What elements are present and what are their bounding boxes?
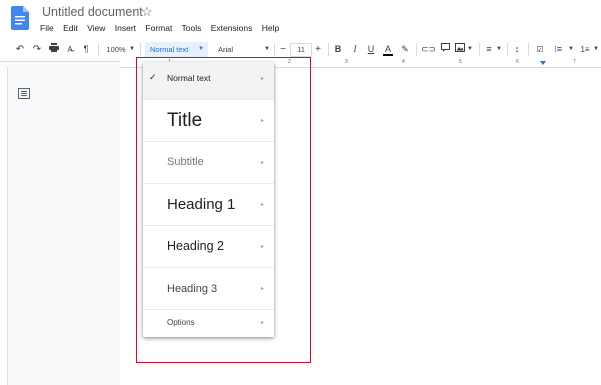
menu-extensions[interactable]: Extensions [211,23,253,33]
align-icon[interactable]: ≡ [484,43,494,56]
menu-view[interactable]: View [87,23,105,33]
toolbar-divider [274,43,275,56]
menu-edit[interactable]: Edit [63,23,78,33]
bold-button[interactable]: B [333,43,343,56]
chevron-down-icon: ▼ [198,46,204,52]
print-icon[interactable] [48,43,60,56]
menu-insert[interactable]: Insert [115,23,136,33]
text-color-button[interactable]: A [383,43,393,56]
comment-icon[interactable] [440,43,450,56]
italic-button[interactable]: I [350,43,360,56]
paragraph-style-select[interactable]: Normal text ▼ [145,42,208,57]
image-dropdown-icon[interactable]: ▼ [466,43,474,56]
menu-file[interactable]: File [40,23,54,33]
paragraph-style-value: Normal text [150,45,189,54]
star-icon[interactable]: ☆ [141,4,153,20]
line-spacing-icon[interactable]: ↕ [512,43,522,56]
menu-tools[interactable]: Tools [182,23,202,33]
increase-font-size-button[interactable]: + [313,43,323,56]
font-size-input[interactable]: 11 [290,43,312,57]
toolbar-divider [479,43,480,56]
redo-icon[interactable]: ↷ [31,43,43,56]
toolbar-divider [507,43,508,56]
ruler-number: 7 [573,59,576,65]
toolbar-divider [416,43,417,56]
align-dropdown-icon[interactable]: ▼ [495,43,503,56]
toolbar-divider [328,43,329,56]
document-outline-icon[interactable] [18,86,30,104]
font-select[interactable]: Arial [218,43,258,56]
toolbar-divider [528,43,529,56]
zoom-select[interactable]: 100% [104,43,128,56]
numbered-dropdown-icon[interactable]: ▼ [592,43,600,56]
font-dropdown-icon[interactable]: ▼ [263,43,271,56]
underline-button[interactable]: U [366,43,376,56]
ruler-number: 4 [402,59,405,65]
decrease-font-size-button[interactable]: − [278,43,288,56]
vertical-ruler [0,67,8,385]
numbered-list-icon[interactable]: 1≡ [580,43,590,56]
highlight-icon[interactable]: ✎ [400,43,410,56]
highlight-annotation-box [136,57,311,363]
ruler-number: 6 [516,59,519,65]
undo-icon[interactable]: ↶ [14,43,26,56]
app-header: Untitled document ☆ File Edit View Inser… [0,0,601,38]
image-icon[interactable] [455,43,465,56]
toolbar-divider [98,43,99,56]
docs-logo-icon[interactable] [11,6,29,30]
spellcheck-icon[interactable]: A̶ [64,43,76,56]
toolbar-divider [140,43,141,56]
ruler-number: 5 [459,59,462,65]
bullet-dropdown-icon[interactable]: ▼ [567,43,575,56]
zoom-dropdown-icon[interactable]: ▼ [128,43,136,56]
bulleted-list-icon[interactable]: ⁝≡ [553,43,563,56]
menu-bar: File Edit View Insert Format Tools Exten… [40,23,286,33]
ruler-number: 3 [345,59,348,65]
document-title[interactable]: Untitled document [42,5,143,19]
checklist-icon[interactable]: ☑ [535,43,545,56]
right-indent-marker[interactable] [540,61,546,65]
menu-format[interactable]: Format [145,23,172,33]
paint-format-icon[interactable]: ¶ [80,43,92,56]
link-icon[interactable]: ⊂⊃ [421,43,436,56]
menu-help[interactable]: Help [262,23,279,33]
